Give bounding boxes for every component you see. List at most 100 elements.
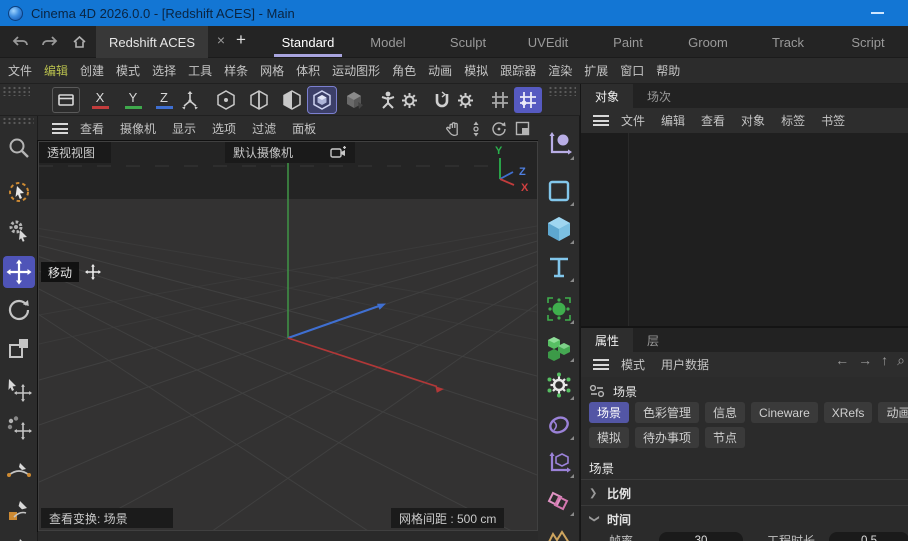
layout-tab-model[interactable]: Model (348, 26, 428, 58)
category-simulation[interactable]: 模拟 (589, 427, 630, 448)
lock-y-axis-button[interactable]: Y (119, 87, 147, 113)
layout-tab-track[interactable]: Track (748, 26, 828, 58)
polygons-mode-icon[interactable] (278, 87, 306, 113)
viewport-menu-view[interactable]: 查看 (72, 120, 112, 137)
tab-takes[interactable]: 场次 (633, 84, 685, 108)
layout-tab-groom[interactable]: Groom (668, 26, 748, 58)
left-palette-grip[interactable] (2, 117, 34, 125)
menu-character[interactable]: 角色 (386, 62, 422, 79)
go-up-icon[interactable]: ↑ (881, 352, 888, 369)
viewport-menu-options[interactable]: 选项 (204, 120, 244, 137)
history-forward-icon[interactable]: → (858, 352, 872, 369)
menu-tools[interactable]: 工具 (182, 62, 218, 79)
motext-icon[interactable] (542, 250, 576, 284)
zoom-tool-icon[interactable] (3, 132, 35, 164)
layout-tab-script[interactable]: Script (828, 26, 908, 58)
live-selection-icon[interactable] (3, 176, 35, 208)
volume-builder-icon[interactable] (542, 330, 576, 364)
redo-icon[interactable] (38, 31, 60, 53)
multi-move-tool-icon[interactable] (3, 412, 35, 444)
layout-tab-sculpt[interactable]: Sculpt (428, 26, 508, 58)
close-tab-icon[interactable]: × (212, 32, 230, 48)
camera-label[interactable]: 默认摄像机 (225, 142, 355, 163)
toolbar-grip-right[interactable] (548, 86, 576, 96)
minimize-button[interactable] (871, 12, 884, 14)
character-settings-gear-icon[interactable] (398, 87, 420, 113)
menu-help[interactable]: 帮助 (650, 62, 686, 79)
duration-input[interactable]: 0.5 (829, 532, 908, 541)
points-mode-icon[interactable] (212, 87, 240, 113)
coordinates-tool-icon[interactable] (542, 128, 576, 162)
menu-mode[interactable]: 模式 (110, 62, 146, 79)
history-back-icon[interactable]: ← (835, 352, 849, 369)
edges-mode-icon[interactable] (245, 87, 273, 113)
model-mode-icon[interactable] (307, 86, 337, 114)
menu-select[interactable]: 选择 (146, 62, 182, 79)
document-tab[interactable]: Redshift ACES (96, 26, 208, 58)
menu-render[interactable]: 渲染 (542, 62, 578, 79)
category-color-management[interactable]: 色彩管理 (635, 402, 700, 423)
viewport-menu-panel[interactable]: 面板 (284, 120, 324, 137)
category-xrefs[interactable]: XRefs (823, 402, 873, 423)
cube-primitive-icon[interactable] (542, 212, 576, 246)
om-menu-tags[interactable]: 标签 (773, 112, 813, 129)
om-menu-file[interactable]: 文件 (613, 112, 653, 129)
tweak-tool-icon[interactable] (3, 214, 35, 246)
viewport-menu-filter[interactable]: 过滤 (244, 120, 284, 137)
character-tool-icon[interactable] (376, 87, 400, 113)
lock-z-axis-button[interactable]: Z (150, 87, 178, 113)
group-scale[interactable]: ❯ 比例 (589, 485, 631, 502)
undo-icon[interactable] (10, 31, 32, 53)
menu-spline[interactable]: 样条 (218, 62, 254, 79)
viewport-bottom-grip[interactable] (38, 531, 538, 541)
texture-mode-icon[interactable] (340, 87, 368, 113)
quantize-grid-icon[interactable] (514, 87, 542, 113)
menu-animate[interactable]: 动画 (422, 62, 458, 79)
category-info[interactable]: 信息 (705, 402, 746, 423)
menu-extensions[interactable]: 扩展 (578, 62, 614, 79)
tab-attributes[interactable]: 属性 (581, 328, 634, 352)
category-nodes[interactable]: 节点 (705, 427, 746, 448)
maximize-view-icon[interactable] (515, 121, 530, 136)
dolly-view-icon[interactable] (469, 121, 483, 137)
menu-window[interactable]: 窗口 (614, 62, 650, 79)
tab-layers[interactable]: 层 (633, 328, 673, 352)
move-tool-icon[interactable] (3, 256, 35, 288)
menu-simulate[interactable]: 模拟 (458, 62, 494, 79)
snap-settings-gear-icon[interactable] (454, 87, 476, 113)
viewport-menu-display[interactable]: 显示 (164, 120, 204, 137)
tab-objects[interactable]: 对象 (581, 84, 634, 108)
landscape-icon[interactable] (542, 522, 576, 541)
om-menu-objects[interactable]: 对象 (733, 112, 773, 129)
category-animation[interactable]: 动画 (878, 402, 908, 423)
category-cineware[interactable]: Cineware (751, 402, 818, 423)
om-menu-edit[interactable]: 编辑 (653, 112, 693, 129)
add-tab-icon[interactable]: + (232, 30, 250, 50)
coordinate-system-icon[interactable] (176, 87, 204, 113)
transform-tool-icon[interactable] (3, 374, 35, 406)
am-menu-mode[interactable]: 模式 (613, 356, 653, 373)
fps-input[interactable]: 30 (659, 532, 743, 541)
category-scene[interactable]: 场景 (589, 402, 630, 423)
spline-rectangle-icon[interactable] (542, 174, 576, 208)
mode-toggles-icon[interactable] (589, 384, 605, 398)
generator-gear-icon[interactable] (542, 368, 576, 402)
view-name-label[interactable]: 透视视图 (39, 142, 111, 163)
object-manager-hamburger-icon[interactable] (593, 115, 609, 126)
home-icon[interactable] (68, 31, 90, 53)
am-search-icon[interactable]: ⌕ (897, 352, 905, 369)
asset-box-icon[interactable] (52, 87, 80, 113)
field-icon[interactable] (542, 292, 576, 326)
viewport-menu-camera[interactable]: 摄像机 (112, 120, 164, 137)
poly-pen-icon[interactable] (3, 532, 35, 541)
am-menu-userdata[interactable]: 用户数据 (653, 356, 717, 373)
rotate-tool-icon[interactable] (3, 294, 35, 326)
toolbar-grip[interactable] (2, 86, 30, 96)
menu-create[interactable]: 创建 (74, 62, 110, 79)
rotate-view-icon[interactable] (491, 121, 507, 137)
xpresso-icon[interactable] (542, 446, 576, 480)
instance-icon[interactable] (542, 484, 576, 518)
om-menu-view[interactable]: 查看 (693, 112, 733, 129)
snap-magnet-icon[interactable] (430, 87, 454, 113)
sketch-pen-icon[interactable] (3, 494, 35, 526)
